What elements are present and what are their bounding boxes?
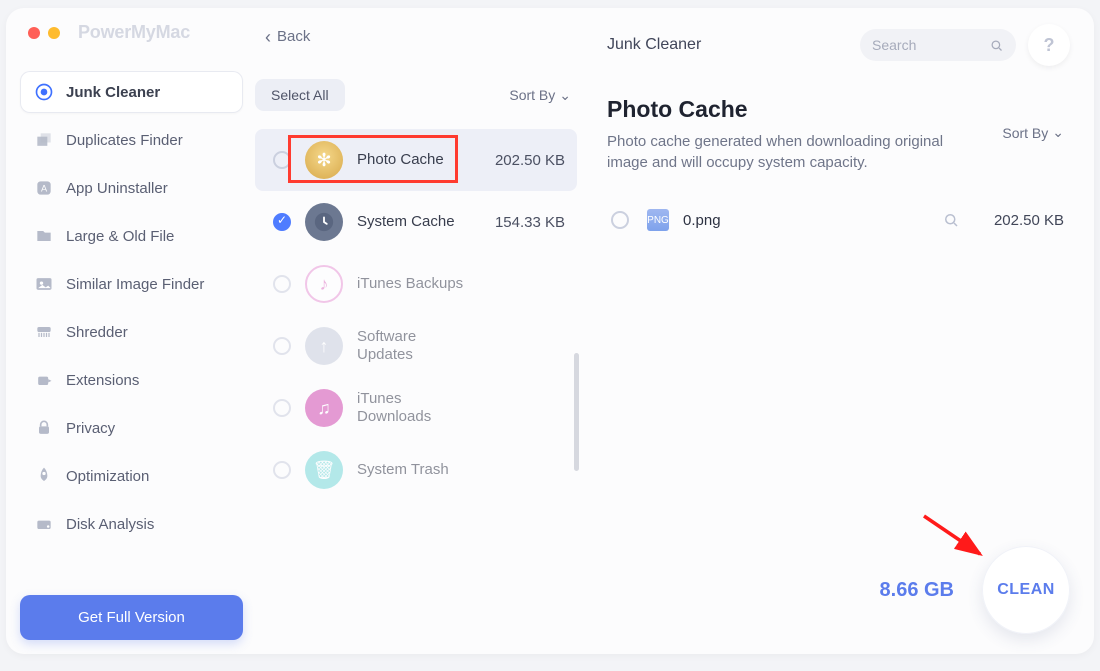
- help-button[interactable]: ?: [1028, 24, 1070, 66]
- sidebar-item-label: Junk Cleaner: [66, 84, 160, 101]
- sort-by-label: Sort By: [1002, 125, 1048, 141]
- preview-icon[interactable]: [942, 211, 960, 229]
- sidebar-item-large-old-file[interactable]: Large & Old File: [20, 215, 243, 257]
- category-row-itunes-backups[interactable]: ♪ iTunes Backups: [255, 253, 577, 315]
- close-window-icon[interactable]: [28, 27, 40, 39]
- chevron-down-icon: ⌄: [559, 87, 571, 104]
- category-row-system-cache[interactable]: System Cache 154.33 KB: [255, 191, 577, 253]
- sidebar-item-label: Optimization: [66, 468, 149, 485]
- row-label: iTunes Backups: [357, 275, 467, 293]
- duplicates-icon: [34, 130, 54, 150]
- large-file-icon: [34, 226, 54, 246]
- png-file-icon: PNG: [647, 209, 669, 231]
- sidebar-item-disk-analysis[interactable]: Disk Analysis: [20, 503, 243, 545]
- software-updates-icon: ↑: [305, 327, 343, 365]
- sidebar-nav: Junk Cleaner Duplicates Finder A App Uni…: [20, 71, 243, 545]
- sidebar-item-label: Disk Analysis: [66, 516, 154, 533]
- detail-heading: Photo Cache: [607, 96, 1070, 123]
- detail-header: Junk Cleaner Search ?: [607, 24, 1070, 66]
- sidebar-item-optimization[interactable]: Optimization: [20, 455, 243, 497]
- row-checkbox[interactable]: [273, 275, 291, 293]
- itunes-downloads-icon: ♫: [305, 389, 343, 427]
- row-size: 154.33 KB: [481, 214, 565, 231]
- chevron-down-icon: ⌄: [1052, 124, 1064, 141]
- category-list: ✻ Photo Cache 202.50 KB System Cache 154…: [255, 129, 577, 501]
- sidebar-item-label: App Uninstaller: [66, 180, 168, 197]
- row-label: iTunes Downloads: [357, 390, 467, 426]
- category-row-system-trash[interactable]: 🗑 System Trash: [255, 439, 577, 501]
- minimize-window-icon[interactable]: [48, 27, 60, 39]
- detail-description: Photo cache generated when downloading o…: [607, 131, 947, 173]
- row-label: Photo Cache: [357, 151, 467, 169]
- back-button[interactable]: ‹ Back: [255, 28, 577, 45]
- extensions-icon: [34, 370, 54, 390]
- get-full-version-button[interactable]: Get Full Version: [20, 595, 243, 640]
- row-label: System Cache: [357, 213, 467, 231]
- sidebar-item-shredder[interactable]: Shredder: [20, 311, 243, 353]
- shredder-icon: [34, 322, 54, 342]
- sidebar-item-label: Large & Old File: [66, 228, 174, 245]
- file-row[interactable]: PNG 0.png 202.50 KB: [607, 203, 1070, 237]
- search-input[interactable]: Search: [860, 29, 1016, 61]
- detail-panel: Junk Cleaner Search ? Photo Cache Photo …: [591, 8, 1094, 654]
- file-checkbox[interactable]: [611, 211, 629, 229]
- row-size: 202.50 KB: [481, 152, 565, 169]
- sidebar-item-label: Privacy: [66, 420, 115, 437]
- select-all-button[interactable]: Select All: [255, 79, 345, 111]
- file-size: 202.50 KB: [974, 212, 1064, 229]
- row-checkbox[interactable]: [273, 461, 291, 479]
- lock-icon: [34, 418, 54, 438]
- disk-icon: [34, 514, 54, 534]
- bottom-bar: 8.66 GB CLEAN: [607, 546, 1070, 638]
- sidebar-item-duplicates-finder[interactable]: Duplicates Finder: [20, 119, 243, 161]
- itunes-backups-icon: ♪: [305, 265, 343, 303]
- total-size: 8.66 GB: [880, 579, 954, 602]
- sidebar-item-label: Similar Image Finder: [66, 276, 204, 293]
- sidebar-item-junk-cleaner[interactable]: Junk Cleaner: [20, 71, 243, 113]
- back-label: Back: [277, 28, 310, 45]
- sidebar-item-extensions[interactable]: Extensions: [20, 359, 243, 401]
- clean-button[interactable]: CLEAN: [982, 546, 1070, 634]
- system-trash-icon: 🗑: [305, 451, 343, 489]
- svg-text:A: A: [41, 183, 48, 193]
- row-checkbox[interactable]: [273, 213, 291, 231]
- junk-cleaner-icon: [34, 82, 54, 102]
- scrollbar[interactable]: [574, 353, 579, 471]
- category-row-software-updates[interactable]: ↑ Software Updates: [255, 315, 577, 377]
- sidebar-item-privacy[interactable]: Privacy: [20, 407, 243, 449]
- row-label: Software Updates: [357, 328, 467, 364]
- sidebar-item-label: Shredder: [66, 324, 128, 341]
- row-label: System Trash: [357, 461, 467, 479]
- detail-sort-by-dropdown[interactable]: Sort By ⌄: [1002, 124, 1064, 141]
- category-panel: ‹ Back Select All Sort By ⌄ ✻ Photo Cach…: [251, 8, 591, 654]
- row-checkbox[interactable]: [273, 399, 291, 417]
- category-toolbar: Select All Sort By ⌄: [255, 79, 577, 111]
- search-placeholder: Search: [872, 37, 916, 53]
- search-icon: [989, 38, 1004, 53]
- sidebar-item-label: Extensions: [66, 372, 139, 389]
- sort-by-dropdown[interactable]: Sort By ⌄: [509, 87, 571, 104]
- sidebar-item-label: Duplicates Finder: [66, 132, 183, 149]
- sidebar: PowerMyMac Junk Cleaner Duplicates Finde…: [6, 8, 251, 654]
- brand-name: PowerMyMac: [78, 22, 190, 43]
- sort-by-label: Sort By: [509, 87, 555, 103]
- category-row-photo-cache[interactable]: ✻ Photo Cache 202.50 KB: [255, 129, 577, 191]
- row-checkbox[interactable]: [273, 337, 291, 355]
- category-row-itunes-downloads[interactable]: ♫ iTunes Downloads: [255, 377, 577, 439]
- page-title: Junk Cleaner: [607, 36, 701, 54]
- photo-cache-icon: ✻: [305, 141, 343, 179]
- sidebar-item-similar-image[interactable]: Similar Image Finder: [20, 263, 243, 305]
- file-name: 0.png: [683, 212, 928, 229]
- row-checkbox[interactable]: [273, 151, 291, 169]
- system-cache-icon: [305, 203, 343, 241]
- rocket-icon: [34, 466, 54, 486]
- sidebar-item-app-uninstaller[interactable]: A App Uninstaller: [20, 167, 243, 209]
- uninstaller-icon: A: [34, 178, 54, 198]
- image-icon: [34, 274, 54, 294]
- window-traffic-lights: PowerMyMac: [20, 22, 243, 43]
- app-window: PowerMyMac Junk Cleaner Duplicates Finde…: [6, 8, 1094, 654]
